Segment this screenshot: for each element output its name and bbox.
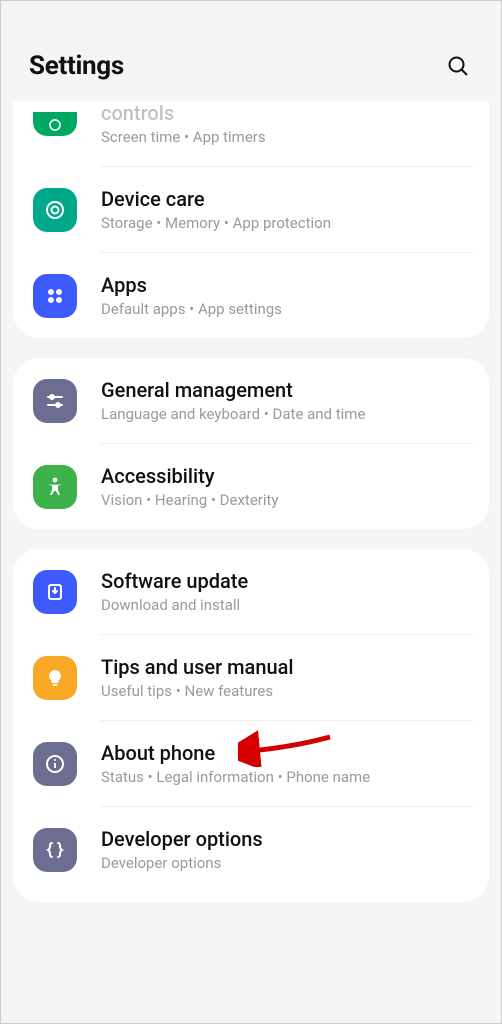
item-sub: Useful tips • New features (101, 682, 469, 700)
settings-group: controls Screen time • App timers Device… (13, 101, 489, 338)
item-sub: Vision • Hearing • Dexterity (101, 491, 469, 509)
info-icon (33, 742, 77, 786)
settings-item-about-phone[interactable]: About phone Status • Legal information •… (13, 721, 489, 806)
item-sub: Language and keyboard • Date and time (101, 405, 469, 423)
item-title: General management (101, 378, 469, 402)
wellbeing-icon (33, 112, 77, 136)
item-title: Device care (101, 187, 469, 211)
item-title: controls (101, 101, 469, 125)
item-sub: Developer options (101, 854, 469, 872)
settings-item-apps[interactable]: Apps Default apps • App settings (13, 253, 489, 338)
settings-item-digital-wellbeing[interactable]: controls Screen time • App timers (13, 101, 489, 166)
settings-item-tips[interactable]: Tips and user manual Useful tips • New f… (13, 635, 489, 720)
settings-item-software-update[interactable]: Software update Download and install (13, 549, 489, 634)
settings-item-device-care[interactable]: Device care Storage • Memory • App prote… (13, 167, 489, 252)
item-title: Apps (101, 273, 469, 297)
item-sub: Storage • Memory • App protection (101, 214, 469, 232)
item-sub: Screen time • App timers (101, 128, 469, 146)
settings-item-general-management[interactable]: General management Language and keyboard… (13, 358, 489, 443)
braces-icon (33, 828, 77, 872)
lightbulb-icon (33, 656, 77, 700)
item-sub: Default apps • App settings (101, 300, 469, 318)
item-title: Developer options (101, 827, 469, 851)
item-title: About phone (101, 741, 469, 765)
search-icon (446, 54, 470, 78)
item-title: Accessibility (101, 464, 469, 488)
download-icon (33, 570, 77, 614)
device-care-icon (33, 188, 77, 232)
settings-group: Software update Download and install Tip… (13, 549, 489, 902)
item-sub: Status • Legal information • Phone name (101, 768, 469, 786)
accessibility-icon (33, 465, 77, 509)
item-title: Software update (101, 569, 469, 593)
search-button[interactable] (443, 51, 473, 81)
item-sub: Download and install (101, 596, 469, 614)
settings-item-accessibility[interactable]: Accessibility Vision • Hearing • Dexteri… (13, 444, 489, 529)
header: Settings (1, 1, 501, 101)
sliders-icon (33, 379, 77, 423)
apps-icon (33, 274, 77, 318)
page-title: Settings (29, 51, 124, 81)
settings-group: General management Language and keyboard… (13, 358, 489, 529)
item-title: Tips and user manual (101, 655, 469, 679)
settings-item-developer-options[interactable]: Developer options Developer options (13, 807, 489, 902)
